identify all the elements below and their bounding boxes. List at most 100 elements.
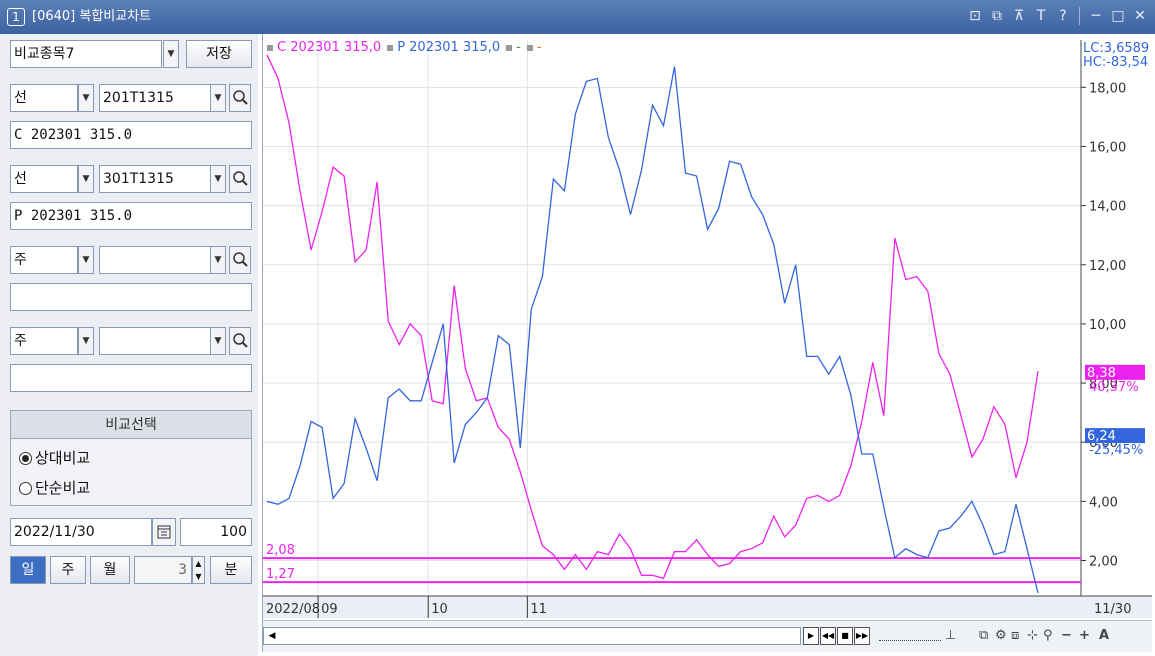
radio-relative-circle[interactable] xyxy=(19,451,32,465)
market-type-dropdown-arrow[interactable]: ▼ xyxy=(78,246,94,274)
play-button[interactable]: ▶ xyxy=(803,627,819,645)
legend-item-extra2: - xyxy=(526,40,542,55)
p-last-value: 6,24 xyxy=(1087,429,1116,444)
radio-simple-label: 단순비교 xyxy=(35,479,91,497)
restore-icon[interactable]: ⊡ xyxy=(966,6,984,26)
radio-simple[interactable]: 단순비교 xyxy=(19,477,90,499)
legend-item-c: C 202301 315,0 xyxy=(267,40,381,55)
market-type-select[interactable]: 주 xyxy=(10,246,78,274)
symbol-name-display xyxy=(10,283,252,311)
code-search-button[interactable] xyxy=(229,84,251,112)
compare-select-title: 비교선택 xyxy=(11,411,251,439)
help-icon[interactable]: ? xyxy=(1054,6,1072,26)
right-info-label: LC:3,6589 xyxy=(1083,41,1149,56)
radio-simple-circle[interactable] xyxy=(19,481,32,495)
period-day-button[interactable]: 일 xyxy=(10,556,46,584)
p-last-pct: -25,45% xyxy=(1089,443,1143,458)
chart-area[interactable]: 18,00 16,00 14,00 12,00 10,00 8,00 6,00 4,00 2,0… xyxy=(262,34,1152,652)
code-search-button[interactable] xyxy=(229,165,251,193)
legend-item-p: P 202301 315,0 xyxy=(387,40,500,55)
search-icon xyxy=(233,171,248,186)
close-icon[interactable]: ✕ xyxy=(1131,6,1149,26)
plus-icon[interactable]: + xyxy=(1079,627,1090,645)
x-tick-label: 2022/08 xyxy=(266,602,320,617)
code-input[interactable]: 201T1315 xyxy=(99,84,211,112)
group-select[interactable]: 비교종목7 xyxy=(10,40,162,68)
fast-forward-button[interactable]: ▶▶ xyxy=(854,627,870,645)
market-type-dropdown-arrow[interactable]: ▼ xyxy=(78,84,94,112)
period-week-button[interactable]: 주 xyxy=(50,556,86,584)
x-tick-label: 11 xyxy=(530,602,547,617)
search-icon xyxy=(233,333,248,348)
minus-icon[interactable]: − xyxy=(1061,627,1072,645)
title-bar: 1 [0640] 복합비교차트 ⊡ ⧉ ⊼ T? ─ □ ✕ xyxy=(0,0,1155,34)
hline-label: 2,08 xyxy=(266,543,295,558)
window-number-badge: 1 xyxy=(7,8,25,26)
y-tick-label: 4,00 xyxy=(1089,495,1118,510)
maximize-icon[interactable]: □ xyxy=(1109,6,1127,26)
market-type-dropdown-arrow[interactable]: ▼ xyxy=(78,165,94,193)
symbol-name-display: P 202301 315.0 xyxy=(10,202,252,230)
group-dropdown-arrow[interactable]: ▼ xyxy=(163,40,179,68)
x-tick-label: 11/30 xyxy=(1094,602,1131,617)
chart-canvas[interactable]: 18,0016,0014,0012,0010,008,006,004,002,0… xyxy=(263,34,1152,620)
period-month-button[interactable]: 월 xyxy=(90,556,130,584)
title-buttons: ⊡ ⧉ ⊼ T? ─ □ ✕ xyxy=(966,6,1149,26)
market-type-select[interactable]: 주 xyxy=(10,327,78,355)
calendar-icon xyxy=(157,525,171,539)
code-input[interactable]: 301T1315 xyxy=(99,165,211,193)
code-input[interactable] xyxy=(99,327,211,355)
count-input[interactable]: 100 xyxy=(180,518,252,546)
auto-icon[interactable]: A xyxy=(1099,627,1109,645)
symbol-name-display: C 202301 315.0 xyxy=(10,121,252,149)
y-tick-label: 16,00 xyxy=(1089,140,1126,155)
code-search-button[interactable] xyxy=(229,246,251,274)
code-dropdown-arrow[interactable]: ▼ xyxy=(210,84,226,112)
c-last-pct: 40,37% xyxy=(1089,380,1139,395)
c-last-value: 8,38 xyxy=(1087,366,1116,381)
right-info-label: HC:-83,54 xyxy=(1083,55,1148,70)
pin-icon[interactable]: ⊼ xyxy=(1010,6,1028,26)
settings-icon[interactable]: ⚙ xyxy=(995,627,1007,645)
code-search-button[interactable] xyxy=(229,327,251,355)
market-type-dropdown-arrow[interactable]: ▼ xyxy=(78,327,94,355)
ruler-icon[interactable]: ⊥ xyxy=(945,627,956,645)
window-icon[interactable]: ⧉ xyxy=(979,627,988,645)
scroll-left-arrow[interactable]: ◀ xyxy=(264,628,280,644)
code-input[interactable] xyxy=(99,246,211,274)
period-minute-button[interactable]: 분 xyxy=(210,556,252,584)
radio-relative[interactable]: 상대비교 xyxy=(19,447,90,469)
x-tick-label: 10 xyxy=(431,602,448,617)
search-icon[interactable]: ⚲ xyxy=(1043,627,1053,645)
y-tick-label: 10,00 xyxy=(1089,318,1126,333)
code-dropdown-arrow[interactable]: ▼ xyxy=(210,246,226,274)
stop-button[interactable]: ■ xyxy=(837,627,853,645)
symbol-name-display xyxy=(10,364,252,392)
copy-icon[interactable]: ⧈ xyxy=(1011,627,1019,645)
series-line-p xyxy=(266,66,1039,594)
window-icon[interactable]: ⧉ xyxy=(988,6,1006,26)
calendar-button[interactable] xyxy=(152,518,176,546)
minimize-icon[interactable]: ─ xyxy=(1087,6,1105,26)
search-icon xyxy=(233,90,248,105)
code-dropdown-arrow[interactable]: ▼ xyxy=(210,327,226,355)
search-icon xyxy=(233,252,248,267)
zoom-slider[interactable] xyxy=(879,629,941,641)
minute-input[interactable]: 3 xyxy=(134,556,192,584)
code-dropdown-arrow[interactable]: ▼ xyxy=(210,165,226,193)
minute-spinner[interactable]: ▲ ▼ xyxy=(192,556,205,584)
y-tick-label: 2,00 xyxy=(1089,555,1118,570)
font-icon[interactable]: T xyxy=(1032,6,1050,26)
left-panel: 비교종목7 ▼ 저장 선 ▼ 201T1315 ▼ C 202301 315.0 선 ▼ 30… xyxy=(0,34,258,656)
chart-toolbar: ◀ ▶ ◀◀ ■ ▶▶ ⊥ ⧉ ⚙ ⧈ ⊹ ⚲ − + A xyxy=(263,620,1152,652)
rewind-button[interactable]: ◀◀ xyxy=(820,627,836,645)
market-type-select[interactable]: 선 xyxy=(10,165,78,193)
chart-legend: C 202301 315,0 P 202301 315,0 - - xyxy=(267,40,542,55)
chart-scrollbar[interactable]: ◀ xyxy=(263,627,801,645)
date-input[interactable]: 2022/11/30 xyxy=(10,518,152,546)
y-tick-label: 14,00 xyxy=(1089,200,1126,215)
market-type-select[interactable]: 선 xyxy=(10,84,78,112)
save-button[interactable]: 저장 xyxy=(186,40,252,68)
y-tick-label: 18,00 xyxy=(1089,81,1126,96)
crosshair-icon[interactable]: ⊹ xyxy=(1027,627,1038,645)
